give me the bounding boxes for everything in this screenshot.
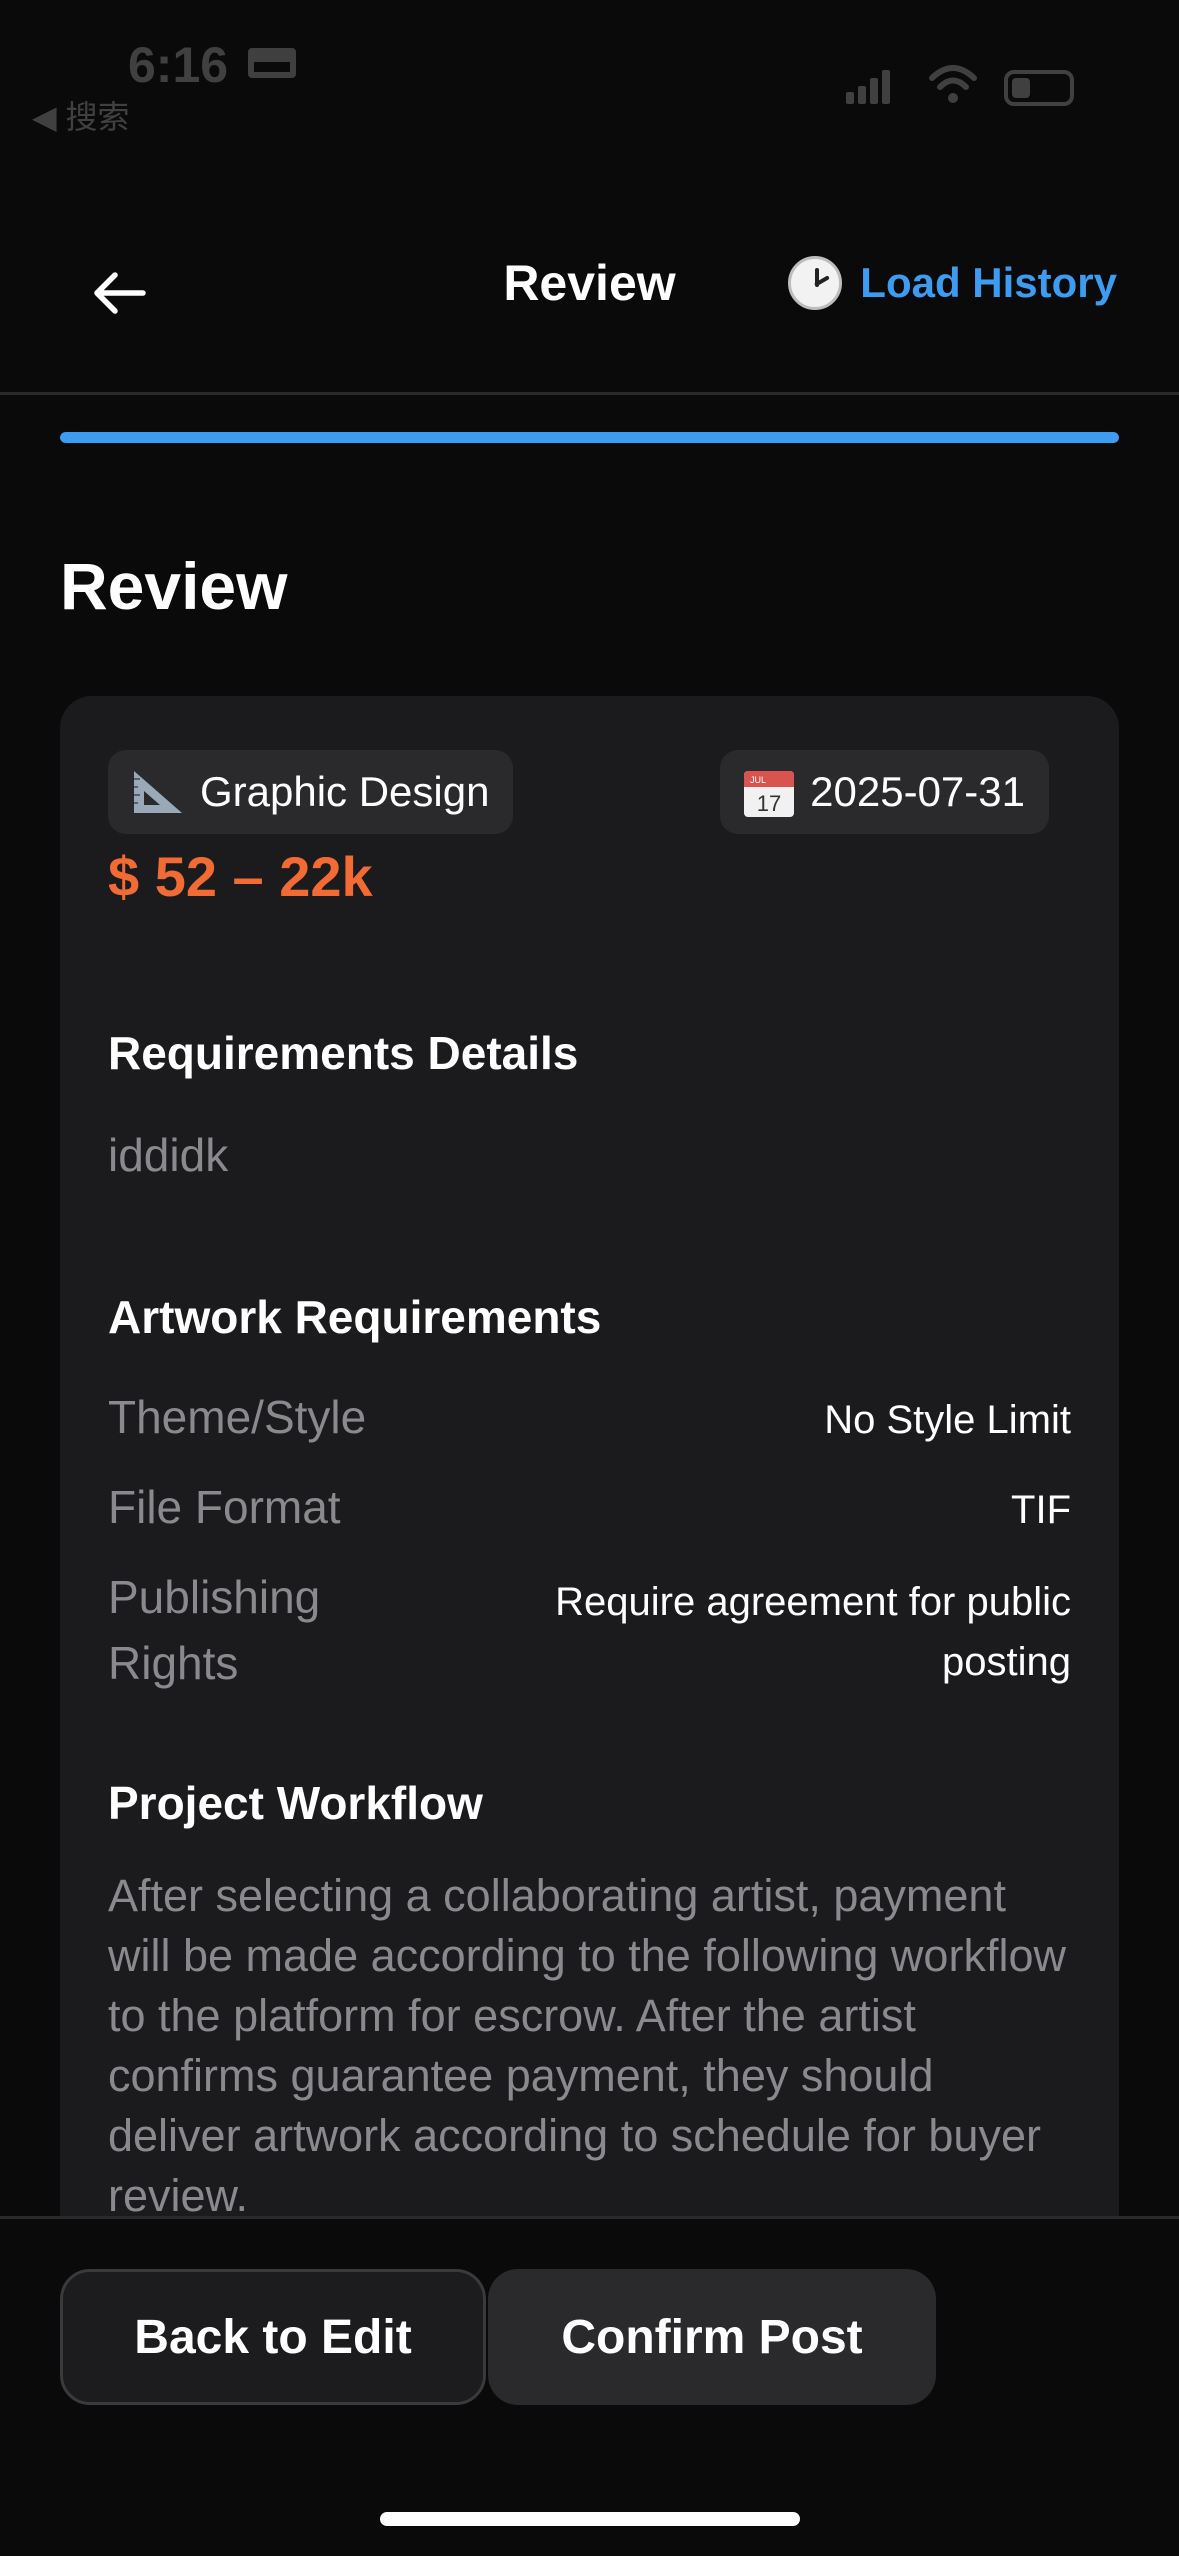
home-indicator[interactable] [380,2512,800,2526]
triangle-ruler-icon [134,771,182,813]
theme-style-value: No Style Limit [824,1398,1071,1442]
requirements-details-text: iddidk [108,1129,229,1181]
category-chip: Graphic Design [108,750,514,834]
back-to-edit-button[interactable]: Back to Edit [60,2269,486,2405]
category-label: Graphic Design [200,768,490,815]
review-card: Graphic Design JUL 17 2025-07-31 $ 52 – … [60,696,1119,2216]
deadline-label: 2025-07-31 [810,768,1025,815]
nav-divider [0,392,1179,395]
status-bar: 6:16 ◀ 搜索 [0,0,1179,150]
theme-style-label: Theme/Style [108,1391,367,1443]
battery-icon [1004,70,1074,106]
publishing-rights-label: Publishing Rights [108,1571,321,1689]
status-time: 6:16 [128,37,229,93]
requirements-details-title: Requirements Details [108,1027,579,1079]
sleep-focus-icon [248,48,296,78]
step-progress-fill [60,432,1119,443]
confirm-post-button[interactable]: Confirm Post [488,2269,936,2405]
load-history-button[interactable]: Load History [788,256,1117,310]
publishing-rights-value: Require agreement for public posting [555,1580,1071,1684]
file-format-label: File Format [108,1481,341,1533]
back-to-app-link[interactable]: ◀ 搜索 [32,92,130,138]
calendar-day: 17 [757,791,781,816]
load-history-label: Load History [860,259,1117,306]
budget-price: $ 52 – 22k [108,845,373,908]
signal-icon [846,70,892,104]
calendar-icon: JUL 17 [744,771,795,817]
project-workflow-text: After selecting a collaborating artist, … [108,1870,1066,2216]
file-format-value: TIF [1011,1488,1071,1532]
clock-icon [788,256,843,310]
page-heading: Review [60,549,288,623]
bottom-action-bar: Back to Edit Confirm Post [0,2216,1179,2556]
project-workflow-title: Project Workflow [108,1777,483,1829]
wifi-icon [929,65,977,103]
nav-bar: Review Load History [0,220,1179,370]
artwork-requirements-title: Artwork Requirements [108,1291,602,1343]
calendar-month: JUL [750,775,766,785]
review-screen: 6:16 ◀ 搜索 Review Load History Review Gra… [0,0,1179,2556]
deadline-chip: JUL 17 2025-07-31 [720,750,1049,834]
step-progress-bar [60,432,1119,443]
